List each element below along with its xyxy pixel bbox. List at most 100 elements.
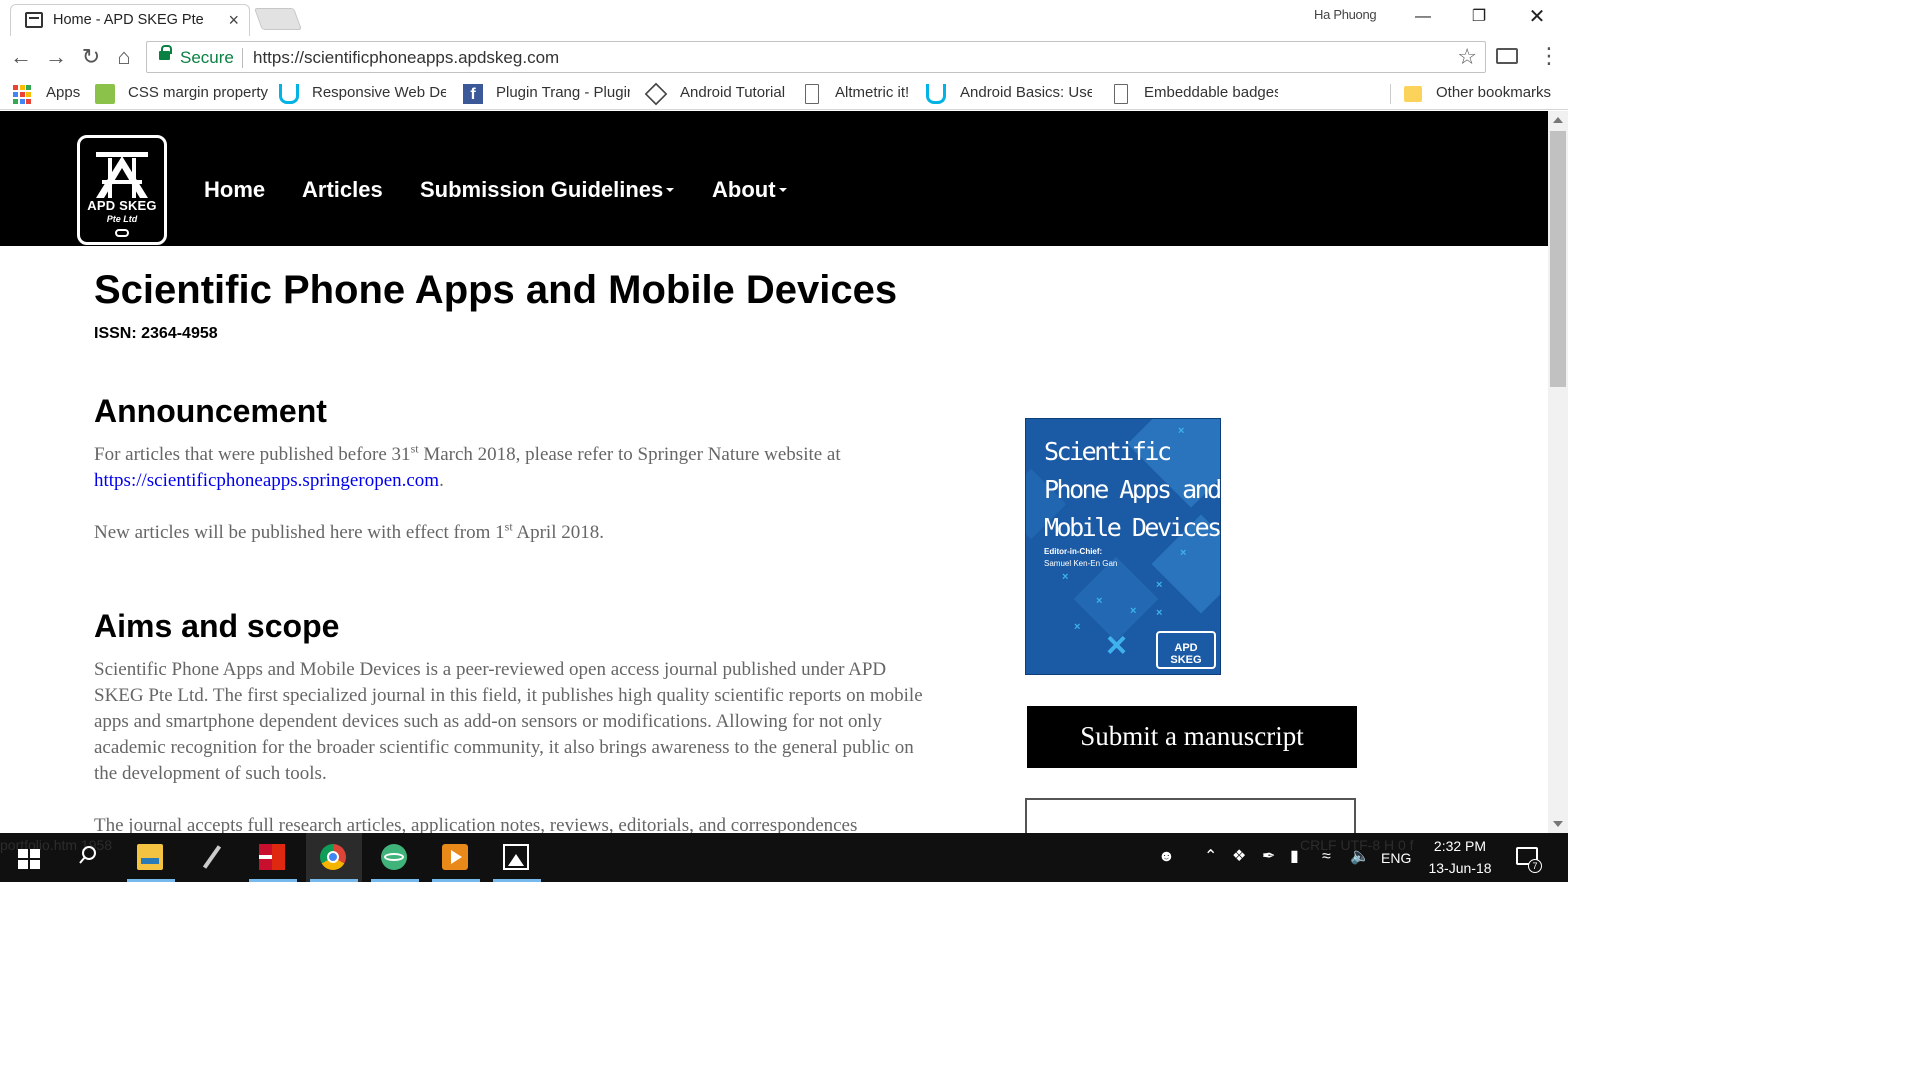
running-indicator: [249, 879, 297, 882]
running-indicator: [371, 879, 419, 882]
announcement-text: For articles that were published before …: [94, 444, 411, 465]
search-icon[interactable]: [78, 845, 98, 865]
caret-down-icon: [778, 188, 787, 193]
home-icon[interactable]: ⌂: [111, 44, 137, 70]
sidebar-box: [1025, 798, 1356, 838]
running-indicator: [310, 879, 358, 882]
new-tab-button[interactable]: [253, 8, 303, 30]
logo-subtext: Pte Ltd: [106, 214, 138, 224]
bookmark-android-tutorial[interactable]: Android Tutorial: [680, 84, 785, 104]
page-scrollbar[interactable]: [1548, 111, 1568, 833]
bookmark-altmetric[interactable]: Altmetric it!: [835, 84, 909, 104]
windows-start-icon[interactable]: [18, 849, 40, 869]
dropbox-icon[interactable]: ❖: [1232, 847, 1246, 867]
taskbar-atom[interactable]: [367, 833, 423, 882]
bookmark-android-basics[interactable]: Android Basics: User: [960, 84, 1092, 104]
tab-strip: Home - APD SKEG Pte Ltd × Ha Phuong — ❐ …: [0, 0, 1568, 36]
wifi-icon[interactable]: ≈: [1322, 847, 1331, 867]
cover-editor-name: Samuel Ken-En Gan: [1044, 559, 1118, 568]
lock-icon[interactable]: [159, 45, 172, 60]
taskbar-flag-app[interactable]: [245, 833, 301, 882]
clock-time[interactable]: 2:32 PM: [1420, 838, 1500, 854]
kebab-menu-icon[interactable]: ⋮: [1538, 44, 1560, 68]
announcement-text: April 2018.: [512, 522, 604, 543]
page-icon: [805, 84, 819, 104]
x-mark-icon: ×: [1178, 425, 1185, 437]
taskbar-pen-app[interactable]: [184, 833, 240, 882]
cover-publisher-text: APD SKEG: [1170, 642, 1202, 666]
profile-name[interactable]: Ha Phuong: [1314, 7, 1377, 22]
media-player-icon: [442, 844, 468, 870]
announcement-paragraph: For articles that were published before …: [94, 442, 924, 494]
browser-toolbar: ← → ↻ ⌂ Secure https://scientificphoneap…: [0, 36, 1568, 78]
bookmarks-bar: Apps CSS margin property Responsive Web …: [0, 78, 1568, 110]
running-indicator: [432, 879, 480, 882]
scroll-down-icon[interactable]: [1553, 821, 1563, 827]
x-mark-icon: ×: [1130, 605, 1137, 617]
taskbar-photos[interactable]: [489, 833, 545, 882]
bookmark-css-margin[interactable]: CSS margin property: [128, 84, 268, 104]
apps-grid-icon[interactable]: [13, 85, 33, 105]
nav-articles[interactable]: Articles: [302, 177, 383, 203]
star-icon[interactable]: ☆: [1457, 44, 1477, 70]
x-mark-icon: ×: [1074, 621, 1081, 633]
bookmark-plugin-trang[interactable]: Plugin Trang - Plugir: [496, 84, 630, 104]
journal-cover-image[interactable]: Scientific Phone Apps and Mobile Devices…: [1025, 418, 1221, 675]
language-indicator[interactable]: ENG: [1381, 848, 1411, 868]
windows-taskbar: portfolio.htm 1958 CRLF UTF-8 H 0 f ☻ ⌃ …: [0, 833, 1568, 882]
site-favicon-icon: [25, 12, 43, 28]
people-icon[interactable]: ☻: [1158, 847, 1175, 867]
tab-close-icon[interactable]: ×: [228, 9, 239, 31]
pen-icon: [202, 845, 222, 869]
taskbar-file-explorer[interactable]: [123, 833, 179, 882]
volume-icon[interactable]: 🔈: [1350, 847, 1370, 867]
nav-submission-guidelines[interactable]: Submission Guidelines: [420, 177, 675, 203]
scroll-thumb[interactable]: [1550, 131, 1566, 387]
folder-icon: [1404, 86, 1422, 102]
x-mark-icon: ×: [1156, 607, 1163, 619]
cast-icon[interactable]: [1496, 48, 1518, 64]
minimize-button[interactable]: —: [1400, 4, 1446, 30]
submit-manuscript-button[interactable]: Submit a manuscript: [1027, 706, 1357, 768]
pen-tray-icon[interactable]: ✒: [1262, 847, 1275, 867]
reload-icon[interactable]: ↻: [78, 44, 104, 70]
notification-count-badge: 7: [1528, 859, 1542, 873]
announcement-heading: Announcement: [94, 393, 327, 429]
secure-label[interactable]: Secure: [180, 48, 234, 68]
page-icon: [1114, 84, 1128, 104]
nav-about[interactable]: About: [712, 177, 787, 203]
bookmark-apps[interactable]: Apps: [46, 84, 80, 104]
cover-title: Scientific Phone Apps and Mobile Devices: [1044, 437, 1220, 542]
arrow-left-icon[interactable]: ←: [8, 44, 34, 70]
clock-date[interactable]: 13-Jun-18: [1420, 860, 1500, 876]
nav-home[interactable]: Home: [204, 177, 265, 203]
facebook-icon: f: [463, 84, 483, 104]
taskbar-media-player[interactable]: [428, 833, 484, 882]
photos-icon: [503, 844, 529, 870]
scroll-up-icon[interactable]: [1553, 117, 1563, 123]
bookmark-embeddable-badges[interactable]: Embeddable badges: [1144, 84, 1278, 104]
arrow-right-icon[interactable]: →: [43, 44, 69, 70]
springer-link[interactable]: https://scientificphoneapps.springeropen…: [94, 470, 439, 491]
url-text[interactable]: https://scientificphoneapps.apdskeg.com: [253, 48, 559, 68]
bookmark-separator: [1390, 84, 1391, 104]
cover-publisher-logo: APD SKEG: [1156, 631, 1216, 669]
journal-title: Scientific Phone Apps and Mobile Devices: [94, 268, 898, 312]
ordinal-suffix: st: [504, 519, 513, 534]
restore-button[interactable]: ❐: [1456, 4, 1502, 30]
atom-icon: [381, 844, 407, 870]
close-window-button[interactable]: ✕: [1514, 4, 1560, 30]
nav-submission-label: Submission Guidelines: [420, 177, 664, 202]
show-hidden-icons-chevron-icon[interactable]: ⌃: [1204, 847, 1217, 867]
logo-phone-button: [115, 229, 129, 237]
address-bar[interactable]: Secure https://scientificphoneapps.apdsk…: [146, 41, 1486, 73]
bookmark-other[interactable]: Other bookmarks: [1436, 84, 1551, 104]
site-logo[interactable]: APD SKEG Pte Ltd: [77, 135, 167, 245]
browser-tab[interactable]: Home - APD SKEG Pte Ltd ×: [10, 4, 250, 36]
battery-icon[interactable]: ▮: [1290, 847, 1299, 867]
aims-paragraph: Scientific Phone Apps and Mobile Devices…: [94, 659, 923, 784]
taskbar-chrome[interactable]: [306, 833, 362, 882]
bookmark-responsive-web[interactable]: Responsive Web Des: [312, 84, 446, 104]
flag-app-icon: [259, 844, 285, 870]
running-indicator: [127, 879, 175, 882]
